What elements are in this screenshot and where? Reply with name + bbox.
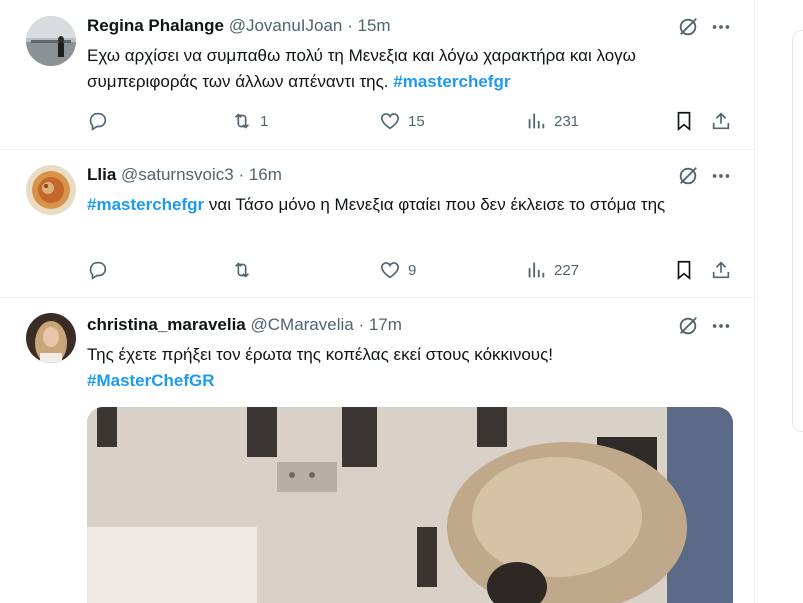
- share-icon: [712, 261, 730, 279]
- more-icon[interactable]: [710, 16, 732, 38]
- tweet-text: Εχω αρχίσει να συμπαθω πολύ τη Μενεξια κ…: [87, 43, 727, 95]
- timeline-feed: Regina Phalange @JovanuIJoan · 15m Εχω α…: [0, 0, 755, 603]
- tweet-body: Της έχετε πρήξει τον έρωτα της κοπέλας ε…: [87, 345, 553, 364]
- more-icon[interactable]: [710, 315, 732, 337]
- bookmark-icon: [677, 260, 691, 281]
- tweet-time[interactable]: · 15m: [347, 16, 390, 35]
- avatar[interactable]: [26, 165, 76, 215]
- share-button[interactable]: [710, 108, 732, 134]
- tweet-header: Regina Phalange @JovanuIJoan · 15m: [87, 16, 391, 36]
- share-button[interactable]: [710, 257, 732, 283]
- sidebar-edge: [792, 30, 803, 432]
- grok-icon[interactable]: [677, 315, 699, 337]
- like-button[interactable]: 15: [379, 108, 425, 134]
- avatar[interactable]: [26, 16, 76, 66]
- display-name[interactable]: Llia: [87, 165, 116, 184]
- views-button[interactable]: 227: [525, 257, 579, 283]
- user-handle[interactable]: @saturnsvoic3: [121, 165, 234, 184]
- views-count: 227: [554, 261, 580, 279]
- user-handle[interactable]: @JovanuIJoan: [229, 16, 343, 35]
- like-button[interactable]: 9: [379, 257, 416, 283]
- heart-icon: [380, 262, 400, 279]
- bookmark-icon: [677, 111, 691, 132]
- tweet-header: Llia @saturnsvoic3 · 16m: [87, 165, 282, 185]
- retweet-icon: [234, 113, 250, 129]
- bookmark-button[interactable]: [673, 108, 695, 134]
- user-handle[interactable]: @CMaravelia: [251, 315, 354, 334]
- tweet[interactable]: christina_maravelia @CMaravelia · 17m Τη…: [0, 297, 754, 603]
- reply-button[interactable]: [87, 257, 116, 283]
- reply-icon: [89, 261, 107, 280]
- tweet-header: christina_maravelia @CMaravelia · 17m: [87, 315, 402, 335]
- tweet-actions: 9 227: [87, 257, 747, 283]
- like-count: 9: [408, 261, 417, 279]
- views-button[interactable]: 231: [525, 108, 579, 134]
- grok-icon[interactable]: [677, 165, 699, 187]
- like-count: 15: [408, 112, 425, 130]
- tweet-time[interactable]: · 17m: [358, 315, 401, 334]
- views-icon: [528, 262, 545, 278]
- tweet-body: Εχω αρχίσει να συμπαθω πολύ τη Μενεξια κ…: [87, 46, 636, 91]
- retweet-button[interactable]: [231, 257, 260, 283]
- display-name[interactable]: christina_maravelia: [87, 315, 246, 334]
- retweet-icon: [234, 262, 250, 278]
- tweet-media-image[interactable]: [87, 407, 733, 603]
- tweet-actions: 1 15 231: [87, 108, 747, 134]
- reply-icon: [89, 112, 107, 131]
- grok-icon[interactable]: [677, 16, 699, 38]
- tweet-text: #masterchefgr ναι Τάσο μόνο η Μενεξια φτ…: [87, 192, 727, 218]
- tweet-time[interactable]: · 16m: [238, 165, 281, 184]
- bookmark-button[interactable]: [673, 257, 695, 283]
- retweet-button[interactable]: 1: [231, 108, 268, 134]
- display-name[interactable]: Regina Phalange: [87, 16, 224, 35]
- avatar[interactable]: [26, 313, 76, 363]
- hashtag-link[interactable]: #masterchefgr: [87, 195, 204, 214]
- retweet-count: 1: [260, 112, 269, 130]
- heart-icon: [380, 113, 400, 130]
- share-icon: [712, 112, 730, 130]
- reply-button[interactable]: [87, 108, 116, 134]
- tweet-text: Της έχετε πρήξει τον έρωτα της κοπέλας ε…: [87, 342, 727, 394]
- views-count: 231: [554, 112, 580, 130]
- tweet[interactable]: Llia @saturnsvoic3 · 16m #masterchefgr ν…: [0, 149, 754, 298]
- tweet[interactable]: Regina Phalange @JovanuIJoan · 15m Εχω α…: [0, 0, 754, 150]
- tweet-body: ναι Τάσο μόνο η Μενεξια φταίει που δεν έ…: [208, 195, 666, 214]
- hashtag-link[interactable]: #masterchefgr: [393, 72, 510, 91]
- hashtag-link[interactable]: #MasterChefGR: [87, 368, 727, 394]
- more-icon[interactable]: [710, 165, 732, 187]
- views-icon: [528, 113, 545, 129]
